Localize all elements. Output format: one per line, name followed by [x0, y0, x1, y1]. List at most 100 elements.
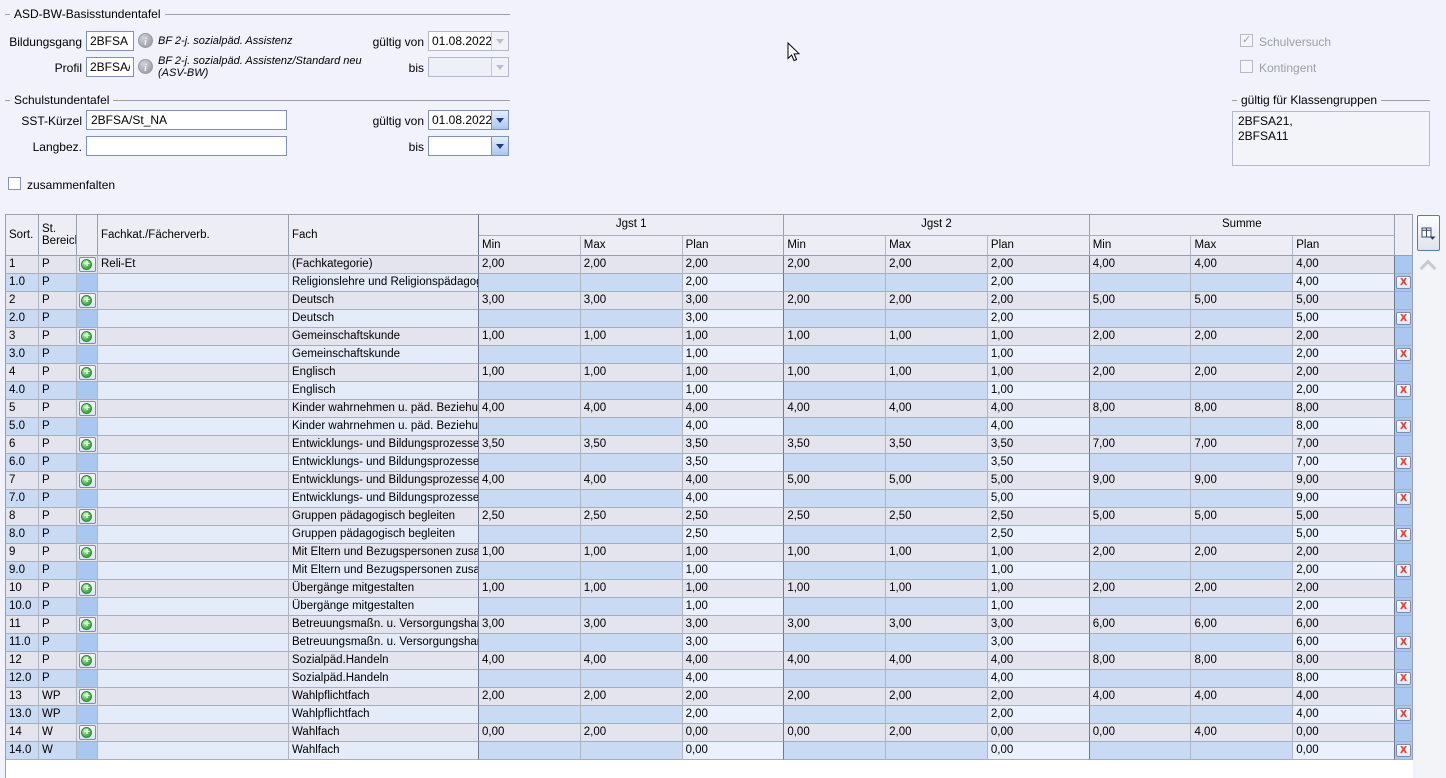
- langbez-field[interactable]: [86, 136, 287, 156]
- cell-plan[interactable]: 2,00: [988, 310, 1090, 328]
- delete-row-button[interactable]: X: [1396, 636, 1411, 649]
- bildungsgang-field[interactable]: [86, 31, 134, 51]
- cell-plan[interactable]: 1,00: [988, 598, 1090, 616]
- cell-plan[interactable]: 2,50: [988, 526, 1090, 544]
- add-fach-button[interactable]: +: [79, 365, 96, 380]
- cell-plan[interactable]: 0,00: [1293, 742, 1395, 760]
- column-chooser-button[interactable]: [1417, 215, 1440, 251]
- header-plan[interactable]: Plan: [1293, 236, 1395, 255]
- zusammenfalten-checkbox[interactable]: [8, 177, 21, 190]
- header-max[interactable]: Max: [886, 236, 988, 255]
- profil-field[interactable]: [86, 57, 134, 77]
- add-fach-button[interactable]: +: [79, 689, 96, 704]
- add-fach-button[interactable]: +: [79, 437, 96, 452]
- header-sort[interactable]: Sort.: [6, 215, 39, 255]
- delete-row-button[interactable]: X: [1396, 600, 1411, 613]
- delete-row-button[interactable]: X: [1396, 708, 1411, 721]
- add-fach-button[interactable]: +: [79, 653, 96, 668]
- header-st-bereich[interactable]: St. Bereich: [39, 215, 77, 255]
- add-fach-button[interactable]: +: [79, 293, 96, 308]
- cell-plan[interactable]: 3,00: [683, 634, 785, 652]
- cell-plan[interactable]: 1,00: [683, 598, 785, 616]
- cell-plan[interactable]: 4,00: [1293, 274, 1395, 292]
- delete-row-button[interactable]: X: [1396, 276, 1411, 289]
- cell-plan[interactable]: 1,00: [683, 346, 785, 364]
- cell-plan[interactable]: 2,50: [683, 526, 785, 544]
- klassengruppen-item[interactable]: 2BFSA21,: [1238, 114, 1424, 129]
- header-min[interactable]: Min: [784, 236, 886, 255]
- delete-row-button[interactable]: X: [1396, 348, 1411, 361]
- add-fach-button[interactable]: +: [79, 473, 96, 488]
- schule-gueltig-von-value[interactable]: 01.08.2022: [429, 111, 491, 129]
- cell-plan[interactable]: 3,00: [683, 310, 785, 328]
- header-plan[interactable]: Plan: [988, 236, 1090, 255]
- add-fach-button[interactable]: +: [79, 509, 96, 524]
- add-fach-button[interactable]: +: [79, 401, 96, 416]
- delete-row-button[interactable]: X: [1396, 384, 1411, 397]
- cell-plan[interactable]: 1,00: [683, 382, 785, 400]
- delete-row-button[interactable]: X: [1396, 528, 1411, 541]
- klassengruppen-item[interactable]: 2BFSA11: [1238, 129, 1424, 144]
- add-fach-button[interactable]: +: [79, 581, 96, 596]
- chevron-down-icon[interactable]: [491, 137, 508, 155]
- delete-row-button[interactable]: X: [1396, 564, 1411, 577]
- header-plan[interactable]: Plan: [683, 236, 785, 255]
- cell-plan[interactable]: 0,00: [683, 742, 785, 760]
- cell-plan[interactable]: 4,00: [683, 490, 785, 508]
- cell-plan[interactable]: 4,00: [1293, 706, 1395, 724]
- header-max[interactable]: Max: [581, 236, 683, 255]
- header-fachkat[interactable]: Fachkat./Fächerverb.: [98, 215, 289, 255]
- cell-plan[interactable]: 4,00: [988, 670, 1090, 688]
- header-fach[interactable]: Fach: [289, 215, 479, 255]
- chevron-down-icon[interactable]: [491, 111, 508, 129]
- header-max[interactable]: Max: [1191, 236, 1293, 255]
- cell-plan[interactable]: 3,50: [683, 454, 785, 472]
- cell-plan[interactable]: 9,00: [1293, 490, 1395, 508]
- delete-row-button[interactable]: X: [1396, 420, 1411, 433]
- cell-plan[interactable]: 2,00: [988, 706, 1090, 724]
- klassengruppen-listbox[interactable]: 2BFSA21, 2BFSA11: [1232, 111, 1430, 166]
- cell-plan[interactable]: 2,00: [988, 274, 1090, 292]
- cell-plan[interactable]: 3,50: [988, 454, 1090, 472]
- cell-plan[interactable]: 2,00: [683, 274, 785, 292]
- cell-plan[interactable]: 4,00: [988, 418, 1090, 436]
- cell-plan[interactable]: 8,00: [1293, 418, 1395, 436]
- cell-plan[interactable]: 5,00: [1293, 310, 1395, 328]
- schule-bis-combo[interactable]: [428, 136, 509, 156]
- delete-row-button[interactable]: X: [1396, 312, 1411, 325]
- delete-row-button[interactable]: X: [1396, 492, 1411, 505]
- cell-plan[interactable]: 1,00: [988, 382, 1090, 400]
- cell-plan[interactable]: 2,00: [1293, 382, 1395, 400]
- cell-plan[interactable]: 2,00: [1293, 346, 1395, 364]
- sst-kuerzel-field[interactable]: [86, 110, 287, 130]
- cell-plan[interactable]: 7,00: [1293, 454, 1395, 472]
- add-fach-button[interactable]: +: [79, 329, 96, 344]
- cell-plan[interactable]: 0,00: [988, 742, 1090, 760]
- cell-plan[interactable]: 2,00: [683, 706, 785, 724]
- cell-plan[interactable]: 8,00: [1293, 670, 1395, 688]
- delete-row-button[interactable]: X: [1396, 744, 1411, 757]
- header-min[interactable]: Min: [479, 236, 581, 255]
- cell-plan[interactable]: 5,00: [988, 490, 1090, 508]
- schule-gueltig-von-combo[interactable]: 01.08.2022: [428, 110, 509, 130]
- add-fach-button[interactable]: +: [79, 617, 96, 632]
- cell-plan[interactable]: 4,00: [683, 418, 785, 436]
- cell-plan[interactable]: 1,00: [683, 562, 785, 580]
- cell-plan[interactable]: 6,00: [1293, 634, 1395, 652]
- delete-row-button[interactable]: X: [1396, 456, 1411, 469]
- delete-row-button[interactable]: X: [1396, 672, 1411, 685]
- scrollbar-track[interactable]: [1415, 214, 1441, 778]
- add-fach-button[interactable]: +: [79, 725, 96, 740]
- cell-plan[interactable]: 4,00: [683, 670, 785, 688]
- header-min[interactable]: Min: [1090, 236, 1192, 255]
- cell-min: [479, 346, 581, 364]
- schule-bis-value[interactable]: [429, 137, 491, 155]
- cell-plan[interactable]: 2,00: [1293, 598, 1395, 616]
- cell-plan[interactable]: 2,00: [1293, 562, 1395, 580]
- cell-plan[interactable]: 5,00: [1293, 526, 1395, 544]
- cell-plan[interactable]: 1,00: [988, 562, 1090, 580]
- cell-plan[interactable]: 1,00: [988, 346, 1090, 364]
- cell-plan[interactable]: 3,00: [988, 634, 1090, 652]
- add-fach-button[interactable]: +: [79, 545, 96, 560]
- add-fach-button[interactable]: +: [79, 257, 96, 272]
